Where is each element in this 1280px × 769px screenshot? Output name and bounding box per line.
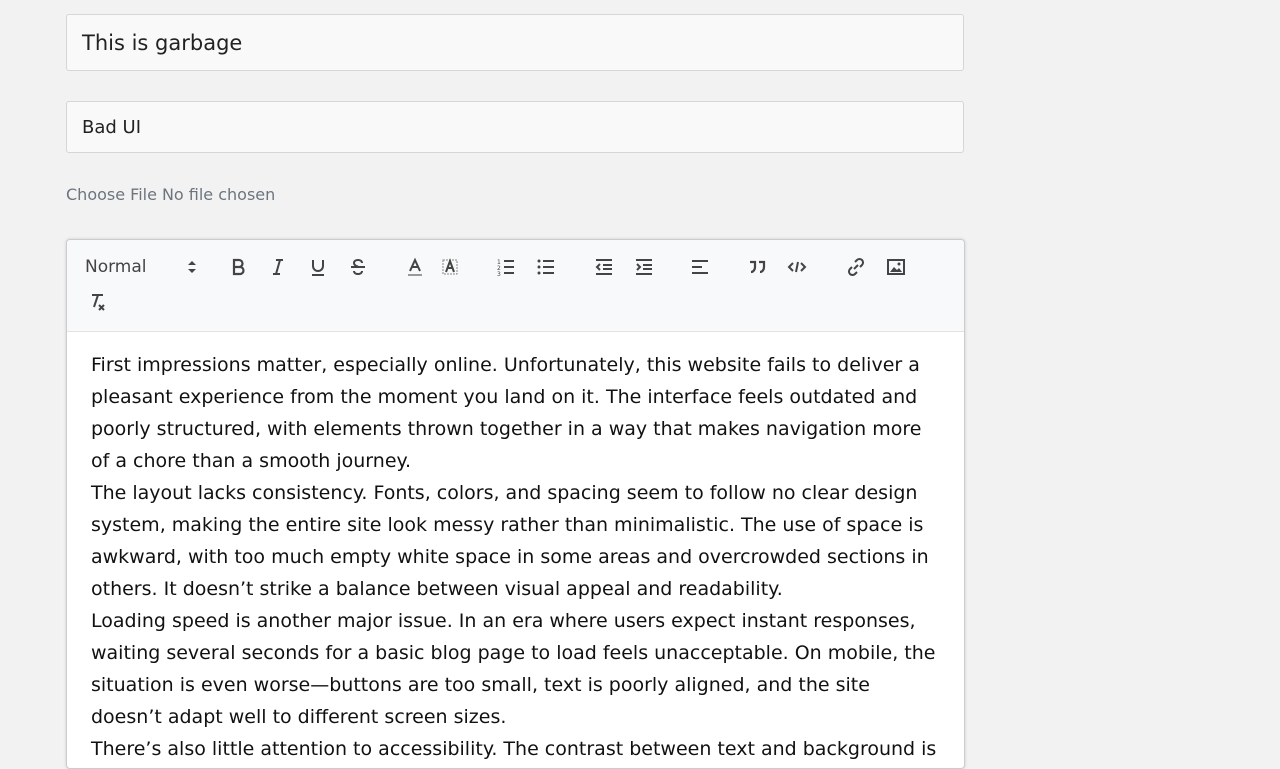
font-color-button[interactable] — [401, 253, 429, 281]
paragraph: Loading speed is another major issue. In… — [91, 610, 936, 728]
file-status: No file chosen — [161, 185, 276, 204]
bullet-list-button[interactable] — [532, 253, 560, 281]
editor-content[interactable]: First impressions matter, especially onl… — [67, 332, 964, 768]
updown-arrows-icon — [188, 261, 196, 273]
paragraph: There’s also little attention to accessi… — [91, 738, 937, 760]
underline-icon — [312, 260, 324, 276]
align-icon — [692, 260, 708, 274]
svg-text:3: 3 — [497, 271, 501, 277]
paragraph: The layout lacks consistency. Fonts, col… — [91, 482, 929, 600]
blockquote-button[interactable] — [743, 253, 771, 281]
italic-icon — [273, 259, 283, 275]
rich-text-editor: Normal 123 First impressions matter, esp… — [66, 239, 965, 769]
header-format-select[interactable]: Normal — [85, 254, 197, 280]
background-color-icon — [442, 258, 458, 275]
strike-icon — [351, 258, 365, 276]
clear-format-icon — [92, 294, 105, 311]
blockquote-icon — [750, 260, 766, 274]
paragraph: First impressions matter, especially onl… — [91, 354, 922, 472]
bold-button[interactable] — [224, 253, 252, 281]
image-icon — [887, 259, 905, 275]
indent-button[interactable] — [630, 253, 658, 281]
indent-icon — [636, 259, 652, 275]
font-color-icon — [408, 257, 422, 276]
tags-input-value: Bad UI — [82, 116, 142, 138]
header-format-value: Normal — [85, 257, 147, 277]
clear-format-button[interactable] — [84, 288, 112, 316]
ordered-list-icon: 123 — [497, 259, 514, 277]
link-icon — [847, 257, 865, 277]
link-button[interactable] — [842, 253, 870, 281]
bullet-list-icon — [537, 259, 554, 275]
ordered-list-button[interactable]: 123 — [492, 253, 520, 281]
align-button[interactable] — [686, 253, 714, 281]
background-color-button[interactable] — [436, 253, 464, 281]
title-input-value: This is garbage — [82, 30, 243, 55]
italic-button[interactable] — [264, 253, 292, 281]
title-input[interactable]: This is garbage — [66, 14, 964, 71]
image-button[interactable] — [882, 253, 910, 281]
outdent-button[interactable] — [590, 253, 618, 281]
editor-toolbar: Normal 123 — [67, 240, 964, 332]
underline-button[interactable] — [304, 253, 332, 281]
outdent-icon — [595, 259, 612, 275]
file-input[interactable]: Choose File No file chosen — [66, 185, 275, 204]
bold-icon — [232, 258, 245, 276]
strike-button[interactable] — [344, 253, 372, 281]
code-block-icon — [787, 261, 807, 273]
tags-input[interactable]: Bad UI — [66, 101, 964, 153]
choose-file-button[interactable]: Choose File — [66, 185, 157, 204]
code-block-button[interactable] — [783, 253, 811, 281]
